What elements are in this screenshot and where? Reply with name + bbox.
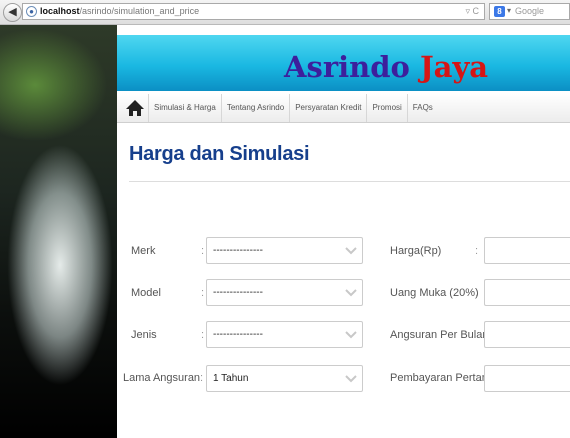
home-icon[interactable] [125,98,145,118]
nav-item-persyaratan-kredit[interactable]: Persyaratan Kredit [289,94,366,122]
nav-item-faqs[interactable]: FAQs [406,94,438,122]
reload-icon[interactable]: C [473,6,480,16]
uang-muka-colon: : [475,287,479,299]
pembayaran-pertama-colon: : [478,372,482,384]
model-select[interactable]: --------------- [206,279,363,306]
back-button[interactable]: ◀ [3,3,22,22]
lama-angsuran-select[interactable]: 1 Tahun [206,365,363,392]
merk-select[interactable]: --------------- [206,237,363,264]
globe-icon: ● [26,6,37,17]
lama-angsuran-colon: : [200,372,204,384]
pembayaran-pertama-input[interactable] [484,365,570,392]
chevron-down-icon [345,331,357,339]
angsuran-per-bulan-label: Angsuran Per Bulan [390,329,489,341]
harga-label: Harga(Rp) [390,245,442,257]
angsuran-per-bulan-input[interactable] [484,321,570,348]
google-icon: 8 [494,6,505,17]
merk-colon: : [201,245,205,257]
nav-item-promosi[interactable]: Promosi [366,94,406,122]
page-title: Harga dan Simulasi [129,143,310,165]
merk-label: Merk [131,245,156,257]
harga-input[interactable] [484,237,570,264]
harga-colon: : [475,245,479,257]
jenis-colon: : [201,329,205,341]
chevron-down-icon [345,289,357,297]
search-engine-label: Google [515,6,545,16]
jenis-select[interactable]: --------------- [206,321,363,348]
search-bar[interactable]: 8 ▾ Google [489,3,570,20]
page-container: Asrindo Jaya Simulasi & Harga Tentang As… [117,25,570,438]
angsuran-per-bulan-colon: : [478,329,482,341]
chevron-down-icon [345,375,357,383]
chevron-down-icon [345,247,357,255]
title-divider [129,181,570,182]
address-bar[interactable]: ● localhost/asrindo/simulation_and_price… [22,3,485,20]
browser-toolbar: ◀ ● localhost/asrindo/simulation_and_pri… [0,0,570,25]
lama-angsuran-label: Lama Angsuran [123,372,201,384]
site-logo[interactable]: Asrindo Jaya [284,51,488,83]
jenis-label: Jenis [131,329,157,341]
site-banner: Asrindo Jaya [117,35,570,91]
nav-item-simulasi-harga[interactable]: Simulasi & Harga [148,94,221,122]
uang-muka-input[interactable] [484,279,570,306]
model-label: Model [131,287,161,299]
reload-controls[interactable]: ▿ C [465,6,479,17]
main-nav: Simulasi & Harga Tentang Asrindo Persyar… [117,94,570,123]
model-colon: : [201,287,205,299]
nav-menu: Simulasi & Harga Tentang Asrindo Persyar… [148,94,438,122]
nav-item-tentang-asrindo[interactable]: Tentang Asrindo [220,94,289,122]
uang-muka-label: Uang Muka (20%) [390,287,479,299]
url-text: localhost/asrindo/simulation_and_price [40,6,200,16]
dropdown-icon[interactable]: ▾ [507,6,511,15]
